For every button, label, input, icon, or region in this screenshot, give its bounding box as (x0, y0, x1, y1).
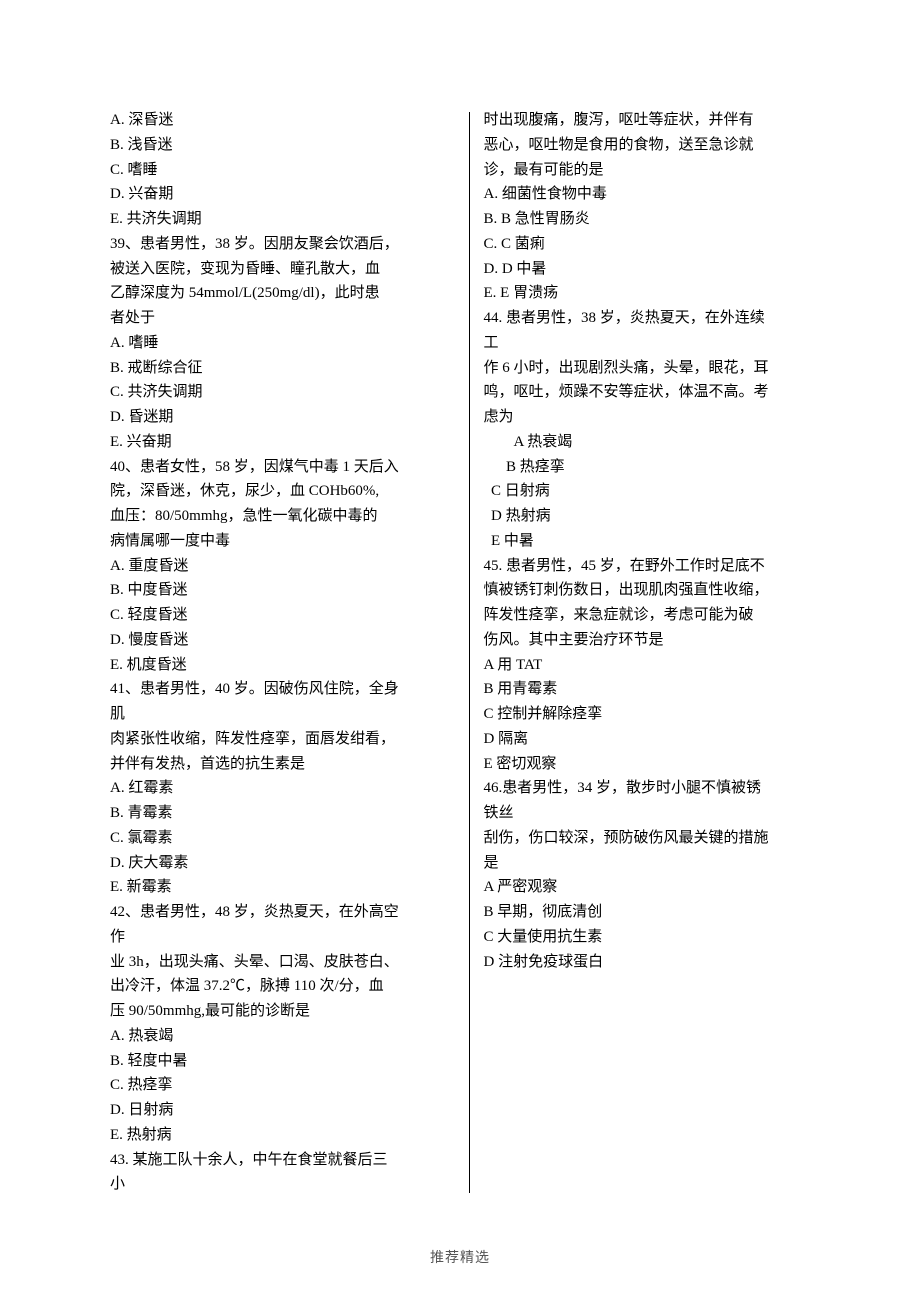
q44-line: 虑为 (484, 405, 829, 430)
q41-opt-d: D. 庆大霉素 (110, 851, 455, 876)
q43-line: 恶心，呕吐物是食用的食物，送至急诊就 (484, 133, 829, 158)
q41-line: 肉紧张性收缩，阵发性痉挛，面唇发绀看， (110, 727, 455, 752)
option-e: E. 共济失调期 (110, 207, 455, 232)
q39-opt-a: A. 嗜睡 (110, 331, 455, 356)
q43-opt-e: E. E 胃溃疡 (484, 281, 829, 306)
q39-line: 39、患者男性，38 岁。因朋友聚会饮酒后， (110, 232, 455, 257)
q41-line: 肌 (110, 702, 455, 727)
option-d: D. 兴奋期 (110, 182, 455, 207)
q40-opt-a: A. 重度昏迷 (110, 554, 455, 579)
q42-opt-b: B. 轻度中暑 (110, 1049, 455, 1074)
q44-line: 工 (484, 331, 829, 356)
q43-opt-d: D. D 中暑 (484, 257, 829, 282)
option-c: C. 嗜睡 (110, 158, 455, 183)
q40-line: 血压：80/50mmhg，急性一氧化碳中毒的 (110, 504, 455, 529)
q40-opt-c: C. 轻度昏迷 (110, 603, 455, 628)
q44-opt-a: A 热衰竭 (484, 430, 829, 455)
q43-opt-a: A. 细菌性食物中毒 (484, 182, 829, 207)
q40-opt-d: D. 慢度昏迷 (110, 628, 455, 653)
q45-opt-b: B 用青霉素 (484, 677, 829, 702)
q43-line: 时出现腹痛，腹泻，呕吐等症状，并伴有 (484, 108, 829, 133)
q46-opt-b: B 早期，彻底清创 (484, 900, 829, 925)
q43-line: 小 (110, 1172, 455, 1197)
q45-line: 45. 患者男性，45 岁，在野外工作时足底不 (484, 554, 829, 579)
two-column-layout: A. 深昏迷 B. 浅昏迷 C. 嗜睡 D. 兴奋期 E. 共济失调期 39、患… (110, 108, 828, 1197)
q45-opt-a: A 用 TAT (484, 653, 829, 678)
q41-line: 并伴有发热，首选的抗生素是 (110, 752, 455, 777)
q46-line: 铁丝 (484, 801, 829, 826)
q45-line: 伤风。其中主要治疗环节是 (484, 628, 829, 653)
q41-opt-c: C. 氯霉素 (110, 826, 455, 851)
page-footer: 推荐精选 (0, 1247, 920, 1270)
q40-opt-b: B. 中度昏迷 (110, 578, 455, 603)
q40-line: 40、患者女性，58 岁，因煤气中毒 1 天后入 (110, 455, 455, 480)
q46-line: 是 (484, 851, 829, 876)
q39-opt-d: D. 昏迷期 (110, 405, 455, 430)
q45-line: 阵发性痉挛，来急症就诊，考虑可能为破 (484, 603, 829, 628)
q40-line: 院，深昏迷，休克，尿少，血 COHb60%, (110, 479, 455, 504)
q46-opt-a: A 严密观察 (484, 875, 829, 900)
q42-line: 作 (110, 925, 455, 950)
q42-opt-d: D. 日射病 (110, 1098, 455, 1123)
q42-line: 42、患者男性，48 岁，炎热夏天，在外高空 (110, 900, 455, 925)
q40-line: 病情属哪一度中毒 (110, 529, 455, 554)
q42-opt-e: E. 热射病 (110, 1123, 455, 1148)
page: A. 深昏迷 B. 浅昏迷 C. 嗜睡 D. 兴奋期 E. 共济失调期 39、患… (0, 0, 920, 1302)
q41-opt-b: B. 青霉素 (110, 801, 455, 826)
q45-opt-d: D 隔离 (484, 727, 829, 752)
q41-line: 41、患者男性，40 岁。因破伤风住院，全身 (110, 677, 455, 702)
q43-line: 诊，最有可能的是 (484, 158, 829, 183)
q39-line: 被送入医院，变现为昏睡、瞳孔散大，血 (110, 257, 455, 282)
q39-opt-c: C. 共济失调期 (110, 380, 455, 405)
q42-line: 出冷汗，体温 37.2℃，脉搏 110 次/分，血 (110, 974, 455, 999)
q44-opt-c: C 日射病 (484, 479, 829, 504)
q46-line: 刮伤，伤口较深，预防破伤风最关键的措施 (484, 826, 829, 851)
q45-opt-e: E 密切观察 (484, 752, 829, 777)
q44-opt-b: B 热痉挛 (484, 455, 829, 480)
q43-line: 43. 某施工队十余人，中午在食堂就餐后三 (110, 1148, 455, 1173)
q44-line: 鸣，呕吐，烦躁不安等症状，体温不高。考 (484, 380, 829, 405)
q39-opt-b: B. 戒断综合征 (110, 356, 455, 381)
right-column: 时出现腹痛，腹泻，呕吐等症状，并伴有 恶心，呕吐物是食用的食物，送至急诊就 诊，… (470, 108, 829, 1197)
q44-opt-d: D 热射病 (484, 504, 829, 529)
q46-line: 46.患者男性，34 岁，散步时小腿不慎被锈 (484, 776, 829, 801)
q46-opt-d: D 注射免疫球蛋白 (484, 950, 829, 975)
q39-line: 者处于 (110, 306, 455, 331)
q46-opt-c: C 大量使用抗生素 (484, 925, 829, 950)
q44-line: 作 6 小时，出现剧烈头痛，头晕，眼花，耳 (484, 356, 829, 381)
q39-opt-e: E. 兴奋期 (110, 430, 455, 455)
q40-opt-e: E. 机度昏迷 (110, 653, 455, 678)
q43-opt-c: C. C 菌痢 (484, 232, 829, 257)
q43-opt-b: B. B 急性胃肠炎 (484, 207, 829, 232)
option-b: B. 浅昏迷 (110, 133, 455, 158)
q42-opt-a: A. 热衰竭 (110, 1024, 455, 1049)
q42-line: 业 3h，出现头痛、头晕、口渴、皮肤苍白、 (110, 950, 455, 975)
q41-opt-e: E. 新霉素 (110, 875, 455, 900)
q42-line: 压 90/50mmhg,最可能的诊断是 (110, 999, 455, 1024)
q45-line: 慎被锈钉刺伤数日，出现肌肉强直性收缩， (484, 578, 829, 603)
q39-line: 乙醇深度为 54mmol/L(250mg/dl)，此时患 (110, 281, 455, 306)
q41-opt-a: A. 红霉素 (110, 776, 455, 801)
left-column: A. 深昏迷 B. 浅昏迷 C. 嗜睡 D. 兴奋期 E. 共济失调期 39、患… (110, 108, 469, 1197)
q44-opt-e: E 中暑 (484, 529, 829, 554)
q44-line: 44. 患者男性，38 岁，炎热夏天，在外连续 (484, 306, 829, 331)
option-a: A. 深昏迷 (110, 108, 455, 133)
q45-opt-c: C 控制并解除痉挛 (484, 702, 829, 727)
q42-opt-c: C. 热痉挛 (110, 1073, 455, 1098)
